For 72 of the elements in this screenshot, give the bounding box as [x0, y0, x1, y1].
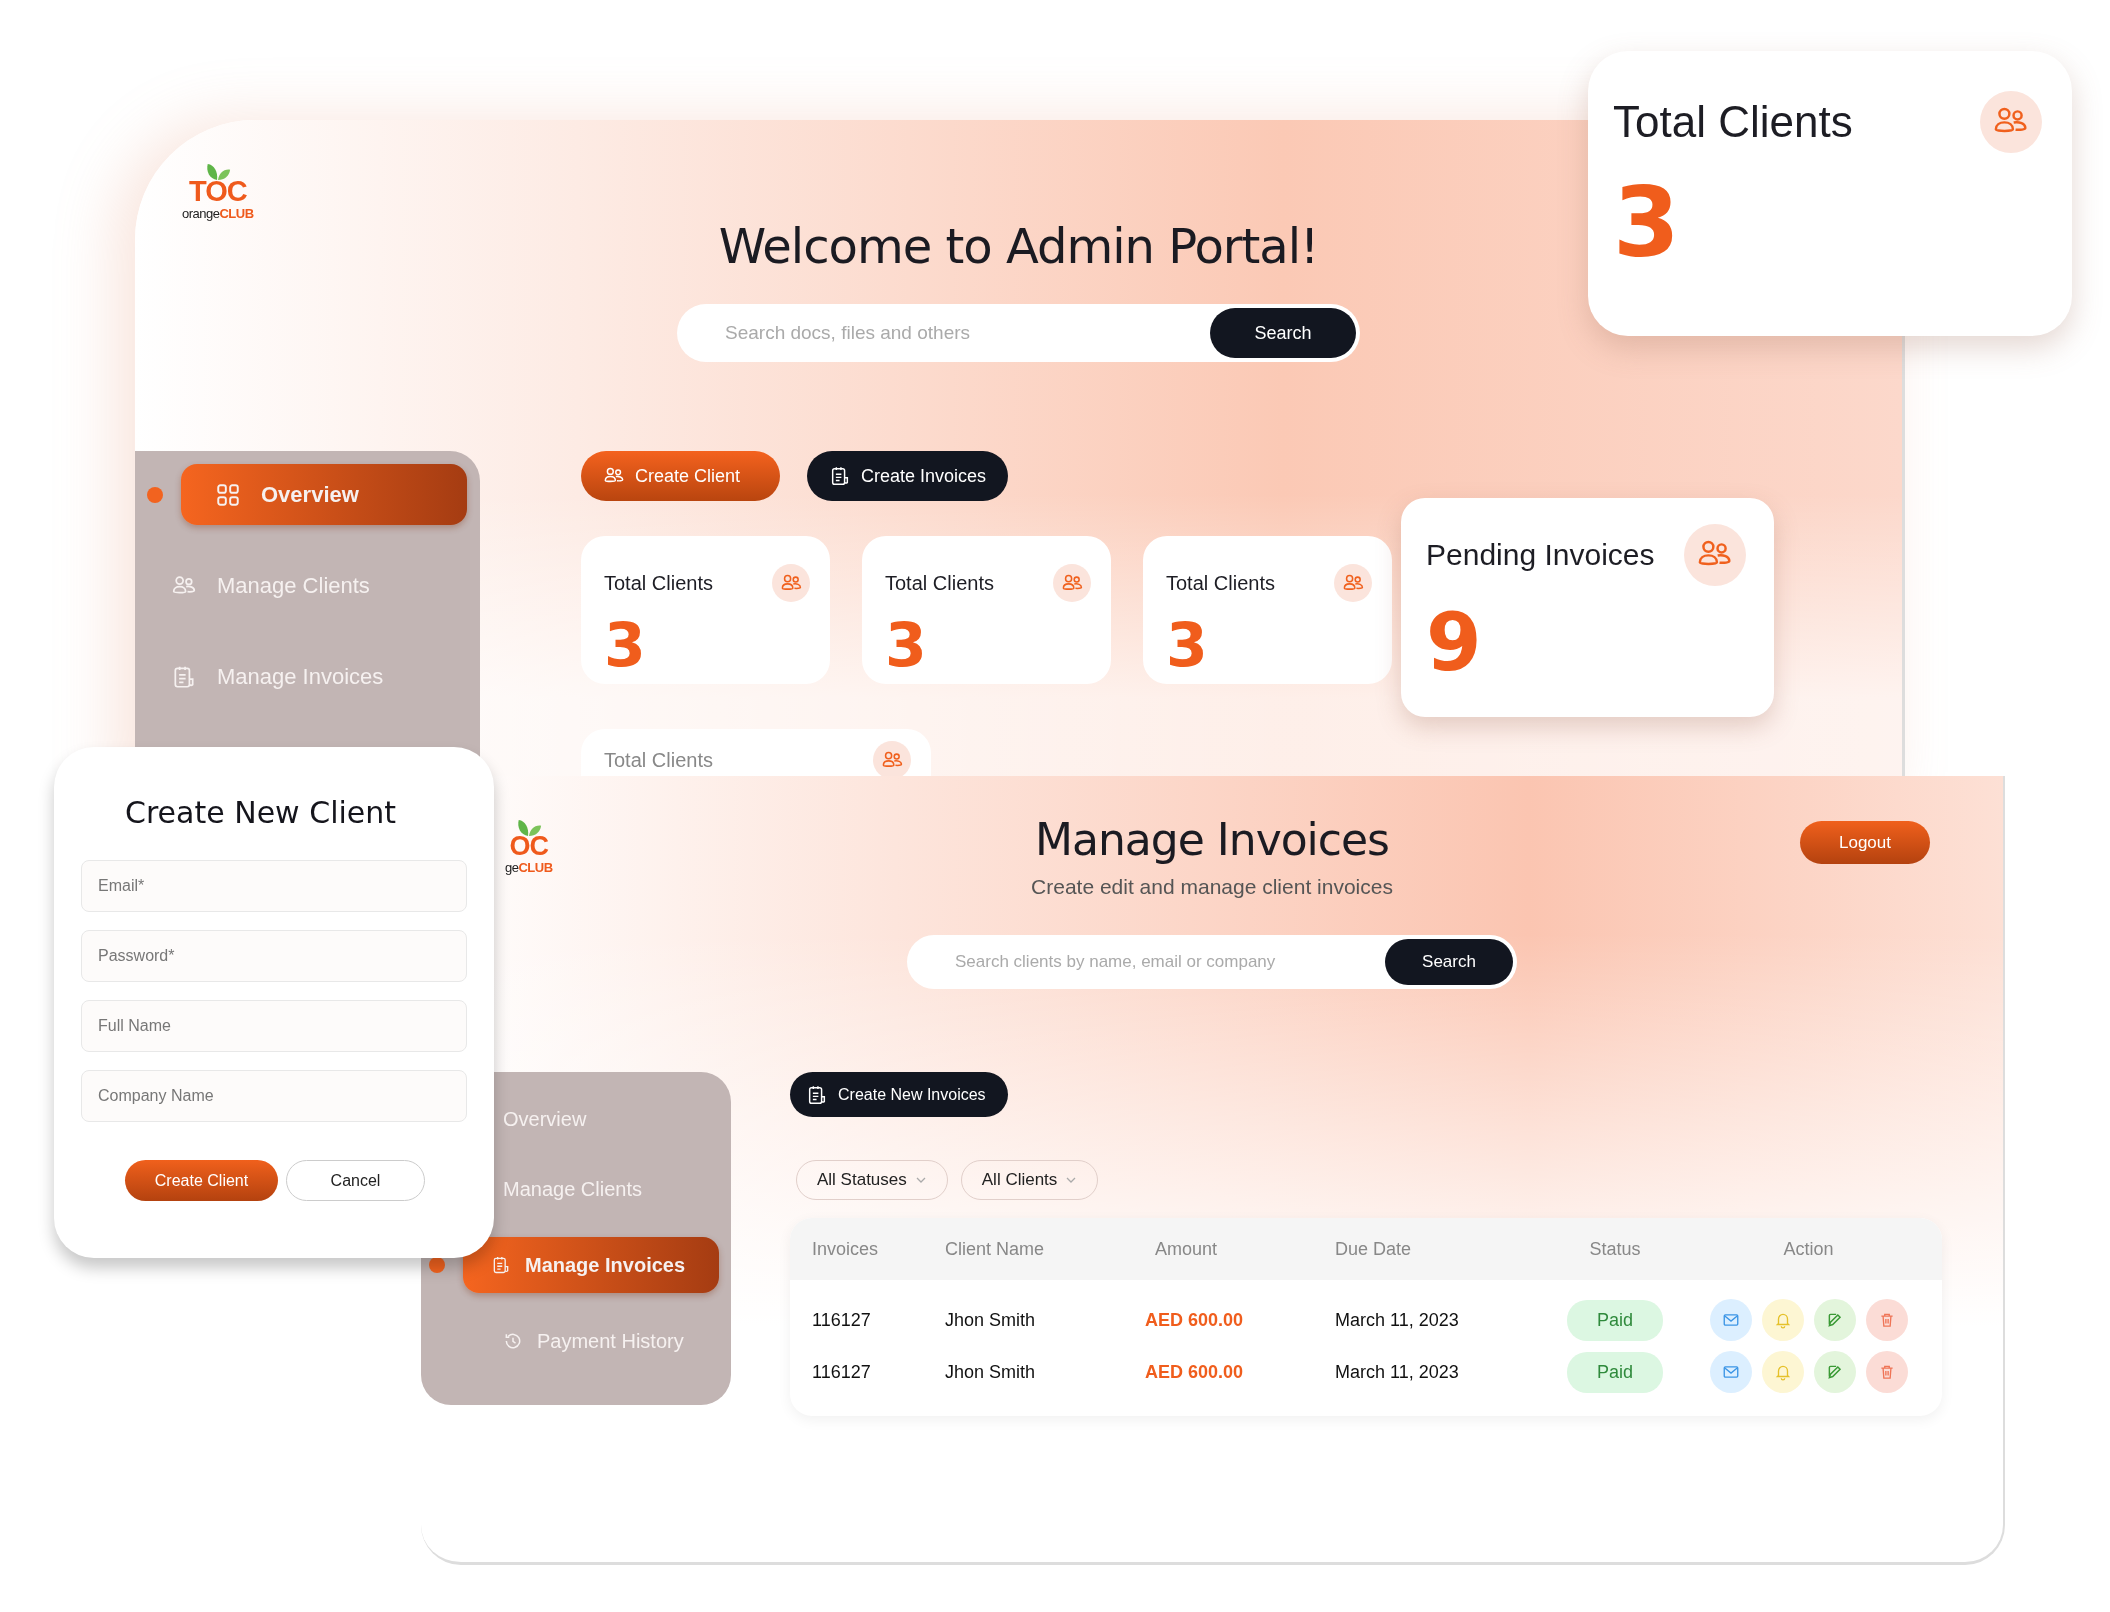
- chevron-icon: [914, 1176, 927, 1184]
- edit-button[interactable]: [1813, 1299, 1856, 1341]
- status-badge: Paid: [1567, 1351, 1663, 1393]
- bell-button[interactable]: [1761, 1351, 1804, 1393]
- bell-icon: [1773, 1311, 1792, 1329]
- logo-text: TOC: [188, 177, 247, 206]
- column-header: Amount: [1154, 1238, 1219, 1260]
- table-cell-text: AED 600.00: [1145, 1361, 1245, 1383]
- page-subtitle: Create edit and manage client invoices: [1031, 875, 1393, 899]
- mail-button[interactable]: [1709, 1299, 1752, 1341]
- card-label: Total Clients: [604, 748, 713, 772]
- mail-button[interactable]: [1709, 1351, 1752, 1393]
- card-label: Total Clients: [1166, 571, 1275, 595]
- create-invoice-button[interactable]: Create New Invoices: [790, 1072, 1008, 1117]
- action-button[interactable]: Create Invoices: [807, 451, 1009, 501]
- edit-icon: [1825, 1363, 1844, 1381]
- search-button[interactable]: Search: [1210, 308, 1356, 358]
- card-value: 3: [604, 610, 647, 680]
- input-field[interactable]: Full Name: [81, 1000, 467, 1052]
- delete-button[interactable]: [1865, 1299, 1908, 1341]
- card-value: 3: [1613, 167, 1681, 279]
- table-cell-text: AED 600.00: [1145, 1309, 1245, 1331]
- sidebar-item[interactable]: Manage Invoices: [463, 1237, 719, 1293]
- clock-icon: [503, 1331, 523, 1351]
- logo-subtext: geCLUB: [505, 860, 553, 875]
- edit-button[interactable]: [1813, 1351, 1856, 1393]
- table-cell-text: Jhon Smith: [945, 1361, 1037, 1383]
- page-title: Welcome to Admin Portal!: [718, 218, 1319, 274]
- input-field[interactable]: Company Name: [81, 1070, 467, 1122]
- logout-button[interactable]: Logout: [1800, 821, 1930, 864]
- grid-icon: [215, 481, 241, 508]
- search-field[interactable]: Search docs, files and others Search: [677, 304, 1360, 362]
- clipboard-icon: [491, 1255, 511, 1275]
- table-cell-text: 116127: [812, 1361, 872, 1383]
- dialog-button[interactable]: Cancel: [286, 1160, 425, 1201]
- input-field[interactable]: Password*: [81, 930, 467, 982]
- mail-icon: [1721, 1311, 1740, 1329]
- column-header: Status: [1588, 1238, 1642, 1260]
- table-cell-text: 116127: [812, 1309, 872, 1331]
- column-header: Invoices: [812, 1238, 880, 1260]
- table-cell-text: March 11, 2023: [1335, 1309, 1460, 1331]
- dialog-title: Create New Client: [125, 795, 398, 830]
- card-label: Pending Invoices: [1426, 538, 1655, 572]
- status-badge: Paid: [1567, 1299, 1663, 1341]
- table-cell-text: March 11, 2023: [1335, 1361, 1460, 1383]
- card-value: 3: [885, 610, 928, 680]
- logo-subtext: orangeCLUB: [182, 206, 254, 221]
- column-header: Client Name: [945, 1238, 1046, 1260]
- sidebar-item[interactable]: Overview: [181, 464, 467, 525]
- clipboard-icon: [806, 1083, 828, 1106]
- bell-button[interactable]: [1761, 1299, 1804, 1341]
- search-field[interactable]: Search clients by name, email or company Search: [907, 935, 1517, 989]
- delete-button[interactable]: [1865, 1351, 1908, 1393]
- column-header: Action: [1782, 1238, 1835, 1260]
- edit-icon: [1825, 1311, 1844, 1329]
- bell-icon: [1773, 1363, 1792, 1381]
- logo-text: OC: [509, 833, 549, 860]
- action-button[interactable]: Create Client: [581, 451, 780, 501]
- card-label: Total Clients: [604, 571, 713, 595]
- table-cell-text: Jhon Smith: [945, 1309, 1037, 1331]
- input-field[interactable]: Email*: [81, 860, 467, 912]
- mail-icon: [1721, 1363, 1740, 1381]
- card-value: 3: [1166, 610, 1209, 680]
- card-label: Total Clients: [885, 571, 994, 595]
- chevron-icon: [1065, 1176, 1078, 1184]
- dialog-button[interactable]: Create Client: [125, 1160, 278, 1201]
- search-button[interactable]: Search: [1385, 939, 1513, 985]
- card-label: Total Clients: [1613, 97, 1853, 147]
- page-title: Manage Invoices: [1035, 814, 1389, 865]
- clipboard-icon: [829, 465, 851, 487]
- card-value: 9: [1426, 596, 1483, 689]
- column-header: Due Date: [1335, 1238, 1413, 1260]
